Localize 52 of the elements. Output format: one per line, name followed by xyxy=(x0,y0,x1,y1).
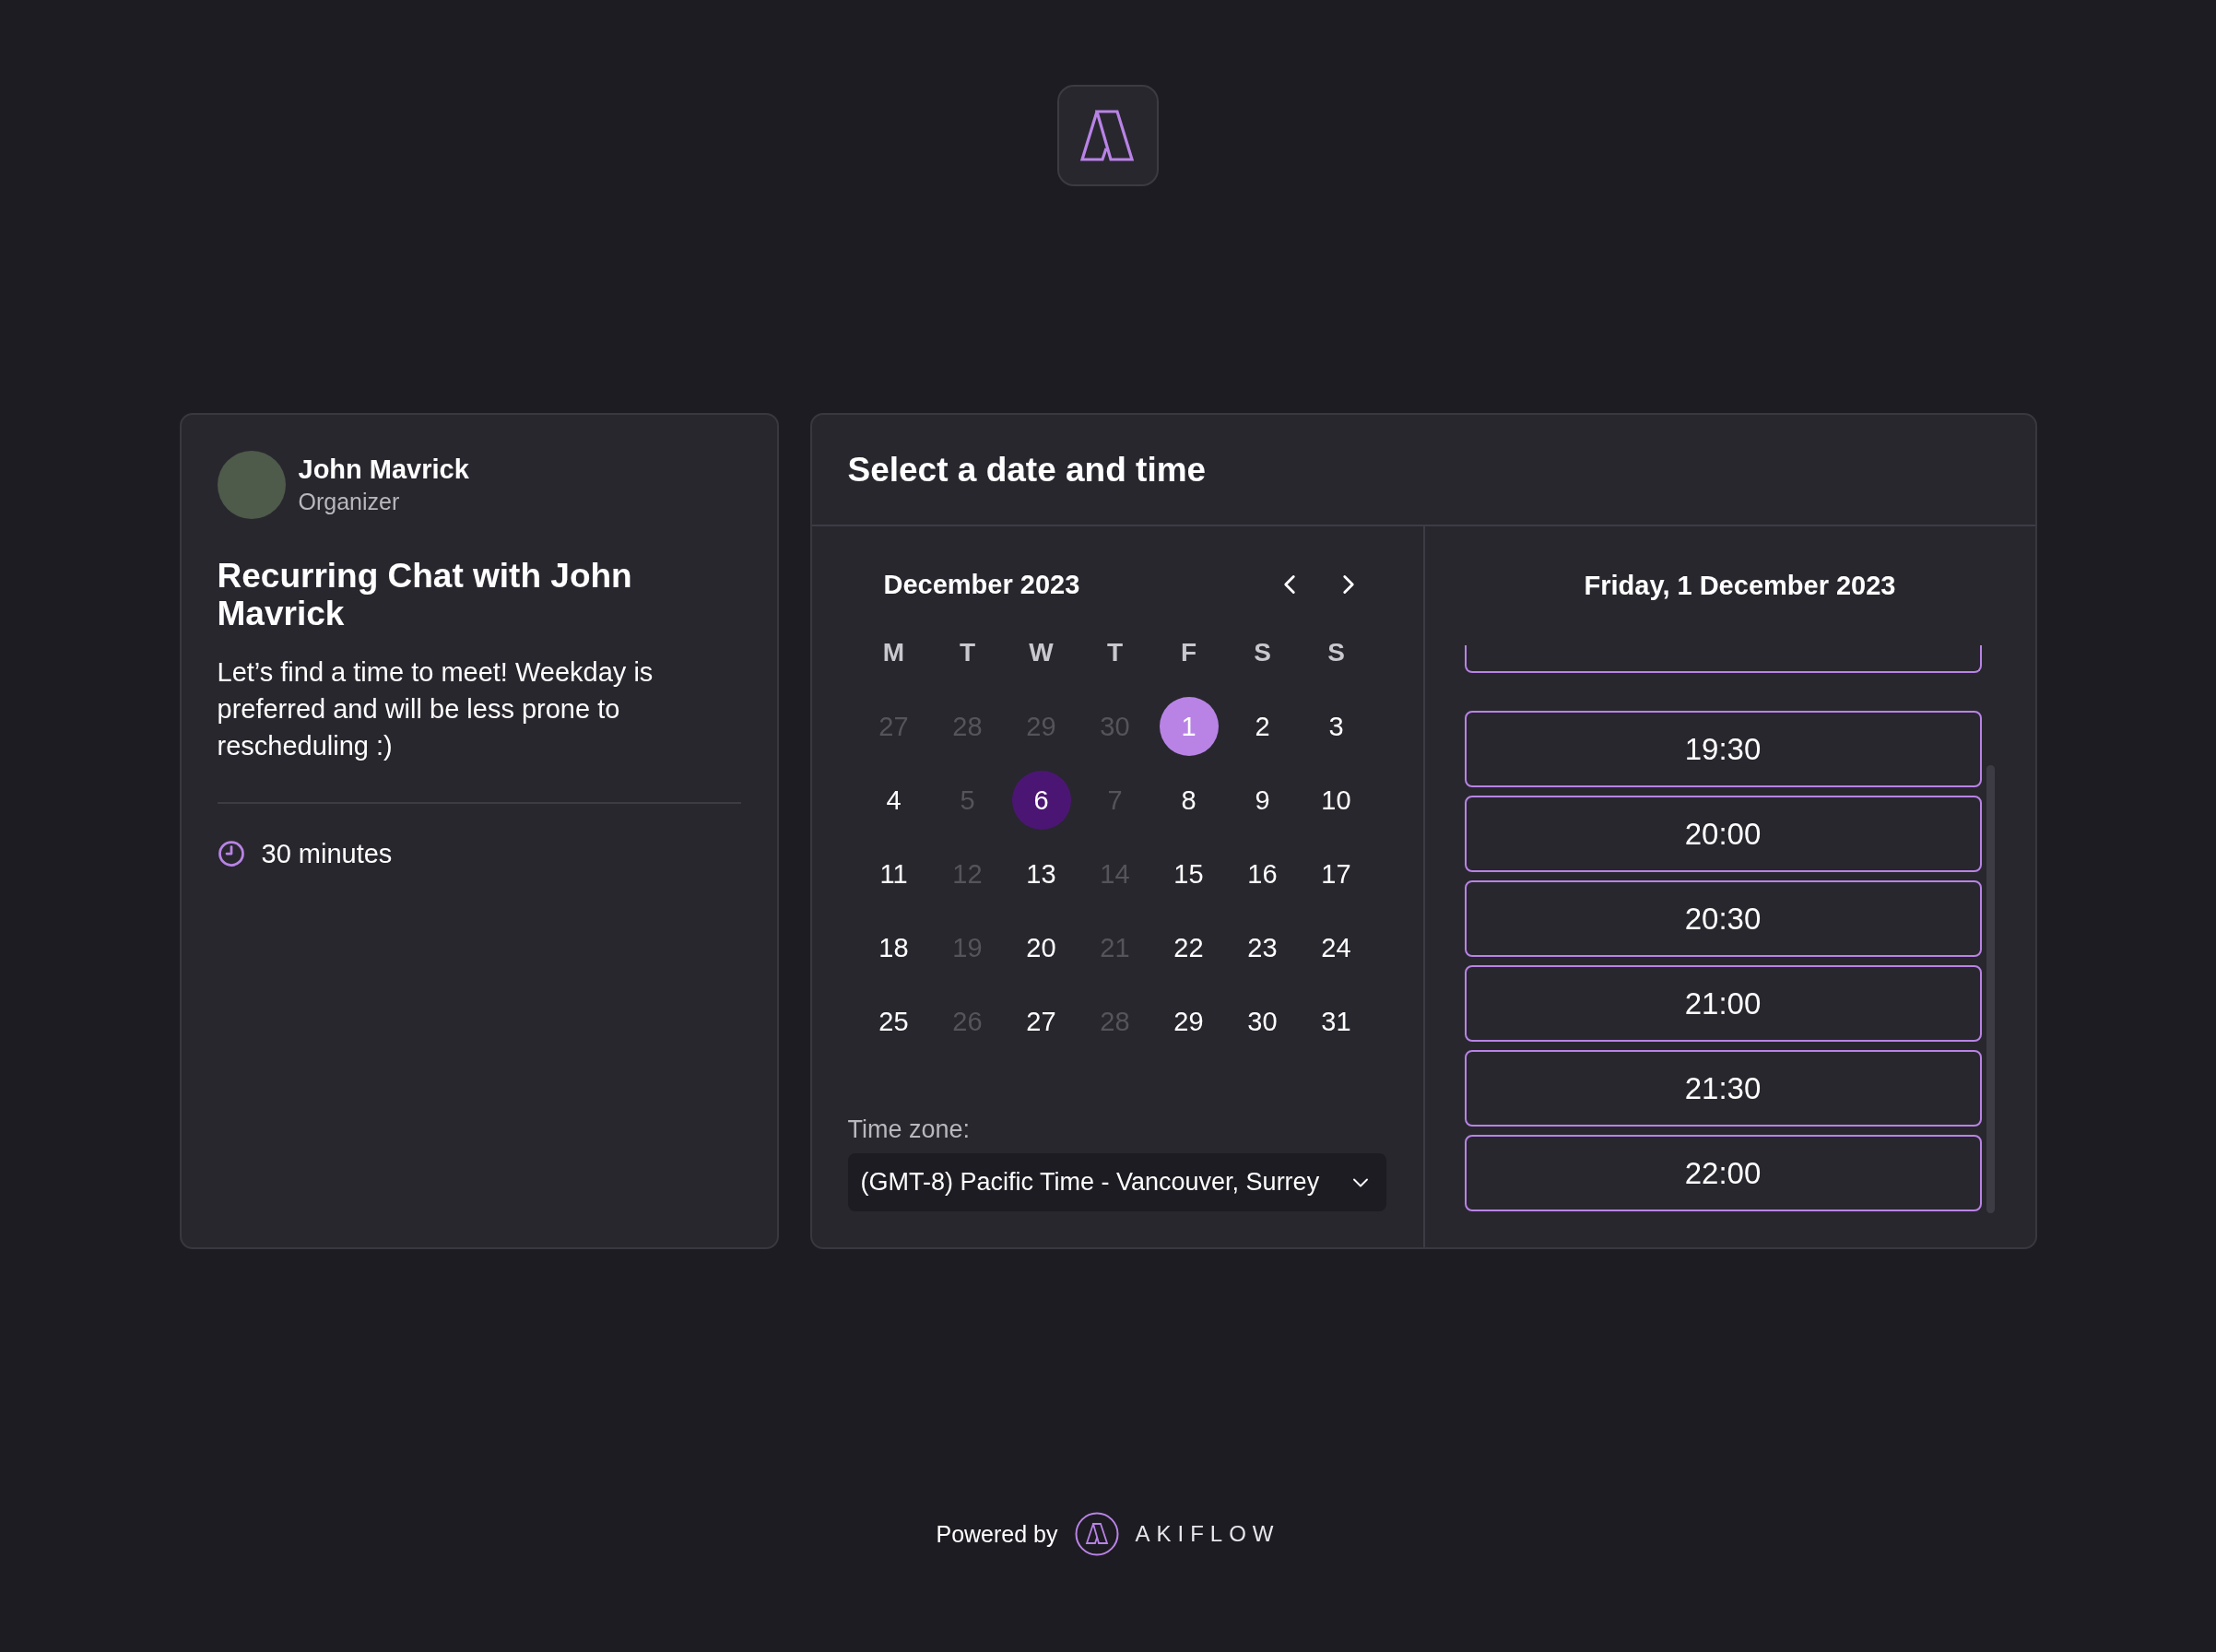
calendar-day[interactable]: 27 xyxy=(1011,992,1071,1051)
calendar-day[interactable]: 11 xyxy=(864,844,924,903)
calendar-day[interactable]: 29 xyxy=(1159,992,1219,1051)
time-slot-button[interactable]: 20:30 xyxy=(1464,880,1982,957)
timezone-dropdown[interactable]: (GMT-8) Pacific Time - Vancouver, Surrey xyxy=(847,1153,1386,1211)
time-slot-button[interactable]: 21:00 xyxy=(1464,965,1982,1042)
brand-name: AKIFLOW xyxy=(1135,1521,1280,1547)
weekday-label: T xyxy=(1106,638,1124,667)
time-slot-button[interactable]: 19:30 xyxy=(1464,711,1982,787)
calendar-day[interactable]: 6 xyxy=(1011,771,1071,830)
calendar-day[interactable]: 22 xyxy=(1159,918,1219,977)
month-title: December 2023 xyxy=(883,569,1080,600)
time-slot-button[interactable]: 21:30 xyxy=(1464,1050,1982,1127)
calendar-day[interactable]: 18 xyxy=(864,918,924,977)
weekday-label: F xyxy=(1180,638,1197,667)
duration-text: 30 minutes xyxy=(261,838,393,869)
organizer-role: Organizer xyxy=(298,489,401,515)
calendar-day[interactable]: 20 xyxy=(1011,918,1071,977)
selected-date-title: Friday, 1 December 2023 xyxy=(1584,571,1896,601)
calendar-day[interactable]: 3 xyxy=(1306,697,1366,756)
calendar-day[interactable]: 8 xyxy=(1159,771,1219,830)
weekday-label: M xyxy=(882,638,905,667)
time-slot-partial[interactable] xyxy=(1464,645,1982,673)
scrollbar[interactable] xyxy=(1986,765,1995,1213)
calendar-day[interactable]: 24 xyxy=(1306,918,1366,977)
calendar-day[interactable]: 25 xyxy=(864,992,924,1051)
powered-by-text: Powered by xyxy=(936,1520,1058,1548)
organizer-name: John Mavrick xyxy=(298,454,469,485)
weekday-label: S xyxy=(1254,638,1271,667)
calendar-day[interactable]: 15 xyxy=(1159,844,1219,903)
logo-icon xyxy=(1080,109,1136,162)
scheduler-title: Select a date and time xyxy=(847,450,1207,490)
calendar-day[interactable]: 23 xyxy=(1232,918,1292,977)
brand-logo-icon xyxy=(1074,1512,1119,1556)
calendar-day[interactable]: 16 xyxy=(1232,844,1292,903)
timezone-label: Time zone: xyxy=(847,1115,972,1144)
calendar-day[interactable]: 10 xyxy=(1306,771,1366,830)
calendar-day[interactable]: 9 xyxy=(1232,771,1292,830)
time-slot-button[interactable]: 20:00 xyxy=(1464,796,1982,872)
weekday-label: T xyxy=(959,638,976,667)
calendar-day[interactable]: 13 xyxy=(1011,844,1071,903)
calendar-day[interactable]: 30 xyxy=(1232,992,1292,1051)
event-title: Recurring Chat with John Mavrick xyxy=(217,558,633,633)
calendar-day[interactable]: 4 xyxy=(864,771,924,830)
time-slot-button[interactable]: 22:00 xyxy=(1464,1135,1982,1211)
calendar-day[interactable]: 17 xyxy=(1306,844,1366,903)
calendar-day[interactable]: 31 xyxy=(1306,992,1366,1051)
calendar-day[interactable]: 2 xyxy=(1232,697,1292,756)
weekday-label: W xyxy=(1029,638,1054,667)
event-description: Let’s find a time to meet! Weekday is preferred and will be less prone to rescheduling :) xyxy=(217,656,654,762)
weekday-label: S xyxy=(1327,638,1345,667)
clock-icon xyxy=(217,840,245,868)
